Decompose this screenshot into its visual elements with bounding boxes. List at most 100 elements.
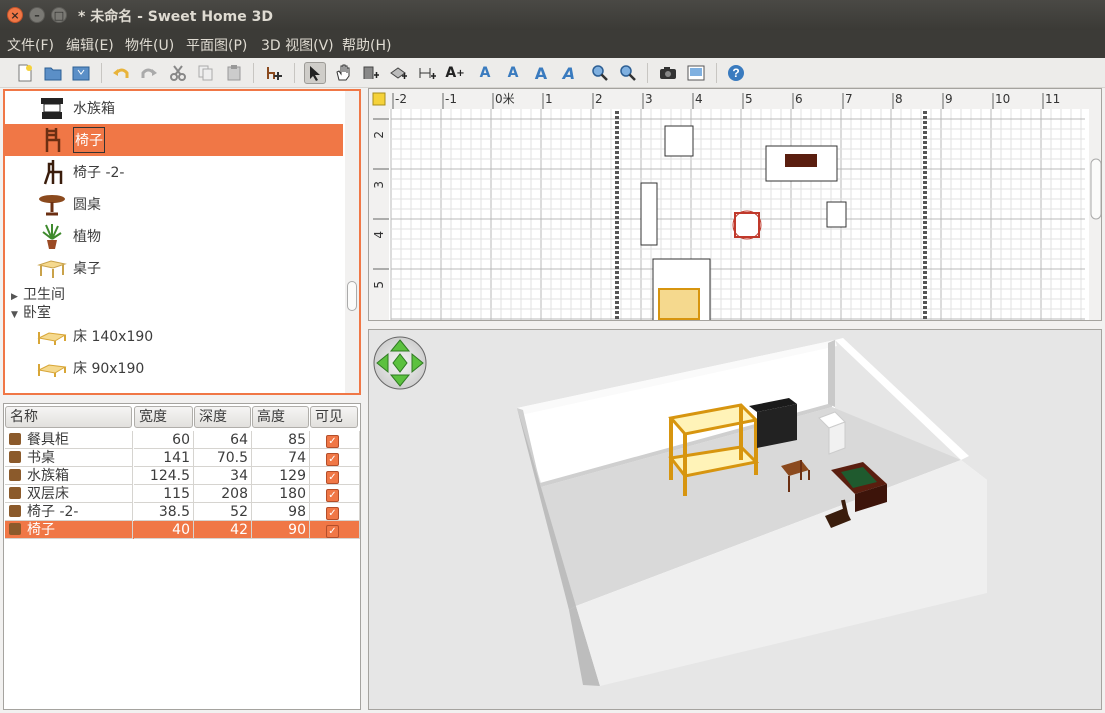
table-row[interactable]: 双层床 115 208 180 ✓	[5, 485, 360, 503]
checkmark-icon[interactable]: ✓	[326, 471, 339, 484]
maximize-window-button[interactable]: □	[51, 7, 67, 23]
catalog-item-round-table[interactable]: 圆桌	[5, 188, 343, 220]
collapse-triangle-icon[interactable]: ▼	[11, 310, 23, 320]
visible-checkbox[interactable]: ✓	[310, 467, 360, 485]
cell-height: 85	[252, 431, 310, 449]
italic-text-icon[interactable]: A	[558, 62, 580, 84]
checkmark-icon[interactable]: ✓	[326, 453, 339, 466]
ruler-corner-icon[interactable]	[372, 92, 386, 106]
catalog-group-bathroom[interactable]: ▶ 卫生间	[11, 284, 65, 304]
cell-depth: 42	[194, 521, 252, 539]
menu-plan[interactable]: 平面图(P)	[186, 35, 247, 55]
add-text-icon[interactable]: A +	[444, 62, 466, 84]
undo-icon[interactable]	[110, 62, 132, 84]
menu-3d-view[interactable]: 3D 视图(V)	[261, 35, 334, 55]
table-row[interactable]: 水族箱 124.5 34 129 ✓	[5, 467, 360, 485]
cell-width: 60	[134, 431, 194, 449]
furniture-icon	[9, 523, 21, 535]
checkmark-icon[interactable]: ✓	[326, 435, 339, 448]
create-rooms-icon[interactable]	[388, 62, 410, 84]
catalog-item-aquarium[interactable]: 水族箱	[5, 92, 343, 124]
cut-icon[interactable]	[167, 62, 189, 84]
table-row[interactable]: 椅子 40 42 90 ✓	[5, 521, 360, 539]
svg-text:?: ?	[732, 66, 739, 80]
bold-text-icon[interactable]: A	[530, 62, 552, 84]
cell-height: 90	[252, 521, 310, 539]
help-icon[interactable]: ?	[725, 62, 747, 84]
chair-2-plan[interactable]	[826, 201, 847, 228]
menu-edit[interactable]: 编辑(E)	[66, 35, 114, 55]
bed-icon	[37, 354, 67, 382]
x-tick-label: 7	[845, 92, 853, 106]
add-furniture-icon[interactable]	[263, 62, 285, 84]
create-dimensions-icon[interactable]	[416, 62, 438, 84]
chair-icon	[37, 158, 67, 186]
table-row[interactable]: 书桌 141 70.5 74 ✓	[5, 449, 360, 467]
furniture-icon	[9, 433, 21, 445]
expand-triangle-icon[interactable]: ▶	[11, 292, 23, 302]
catalog-item-table[interactable]: 桌子	[5, 252, 343, 284]
cell-name-text: 双层床	[27, 486, 69, 502]
catalog-group-bedroom[interactable]: ▼ 卧室	[11, 302, 51, 322]
create-walls-icon[interactable]	[360, 62, 382, 84]
cell-width: 40	[134, 521, 194, 539]
catalog-item-label: 椅子 -2-	[73, 165, 125, 181]
visible-checkbox[interactable]: ✓	[310, 521, 360, 539]
cell-name: 书桌	[5, 449, 133, 467]
x-tick-label: 0米	[495, 92, 515, 106]
catalog-item-plant[interactable]: 植物	[5, 220, 343, 252]
column-header-depth[interactable]: 深度	[194, 406, 251, 428]
zoom-in-icon[interactable]	[589, 62, 611, 84]
cell-height: 129	[252, 467, 310, 485]
catalog-item-label: 桌子	[73, 261, 101, 277]
visible-checkbox[interactable]: ✓	[310, 431, 360, 449]
save-icon[interactable]	[70, 62, 92, 84]
title-bar: × – □ * 未命名 - Sweet Home 3D	[0, 0, 1105, 30]
selected-chair-plan[interactable]	[734, 212, 760, 238]
column-header-name[interactable]: 名称	[5, 406, 132, 428]
column-header-width[interactable]: 宽度	[134, 406, 193, 428]
navigation-arrows-icon[interactable]	[373, 336, 427, 390]
open-icon[interactable]	[42, 62, 64, 84]
column-header-visible[interactable]: 可见	[310, 406, 358, 428]
catalog-item-bed-90[interactable]: 床 90x190	[5, 352, 343, 384]
redo-icon[interactable]	[138, 62, 160, 84]
visible-checkbox[interactable]: ✓	[310, 503, 360, 521]
zoom-out-icon[interactable]	[617, 62, 639, 84]
plan-view[interactable]: -2 -1 0米 1 2 3 4 5 6 7 8 9 10 11 2 3 4 5	[368, 88, 1102, 321]
plan-scrollbar-thumb[interactable]	[1090, 158, 1101, 220]
camera-icon[interactable]	[657, 62, 679, 84]
catalog-item-chair[interactable]: 椅子	[5, 124, 343, 156]
text-style-a1-icon[interactable]: A	[474, 62, 496, 84]
menu-help[interactable]: 帮助(H)	[342, 35, 391, 55]
sideboard-plan[interactable]	[664, 125, 694, 157]
pan-hand-icon[interactable]	[332, 62, 354, 84]
close-window-button[interactable]: ×	[7, 7, 23, 23]
3d-canvas[interactable]	[369, 330, 1102, 710]
scrollbar-thumb[interactable]	[347, 281, 357, 311]
visible-checkbox[interactable]: ✓	[310, 485, 360, 503]
text-style-a2-icon[interactable]: A	[502, 62, 524, 84]
window-title: * 未命名 - Sweet Home 3D	[78, 9, 273, 25]
minimize-window-button[interactable]: –	[29, 7, 45, 23]
checkmark-icon[interactable]: ✓	[326, 507, 339, 520]
plan-canvas[interactable]: -2 -1 0米 1 2 3 4 5 6 7 8 9 10 11 2 3 4 5	[369, 89, 1102, 321]
catalog-item-chair-2[interactable]: 椅子 -2-	[5, 156, 343, 188]
virtual-visit-icon[interactable]	[685, 62, 707, 84]
paste-icon[interactable]	[223, 62, 245, 84]
new-file-icon[interactable]	[14, 62, 36, 84]
table-row[interactable]: 椅子 -2- 38.5 52 98 ✓	[5, 503, 360, 521]
catalog-item-bed-140[interactable]: 床 140x190	[5, 320, 343, 352]
visible-checkbox[interactable]: ✓	[310, 449, 360, 467]
aquarium-plan[interactable]	[640, 182, 658, 246]
select-arrow-icon[interactable]	[304, 62, 326, 84]
menu-file[interactable]: 文件(F)	[7, 35, 54, 55]
checkmark-icon[interactable]: ✓	[326, 525, 339, 538]
catalog-scrollbar[interactable]	[345, 91, 359, 393]
column-header-height[interactable]: 高度	[252, 406, 309, 428]
checkmark-icon[interactable]: ✓	[326, 489, 339, 502]
3d-view[interactable]	[368, 329, 1102, 710]
table-row[interactable]: 餐具柜 60 64 85 ✓	[5, 431, 360, 449]
menu-furniture[interactable]: 物件(U)	[125, 35, 174, 55]
copy-icon[interactable]	[195, 62, 217, 84]
